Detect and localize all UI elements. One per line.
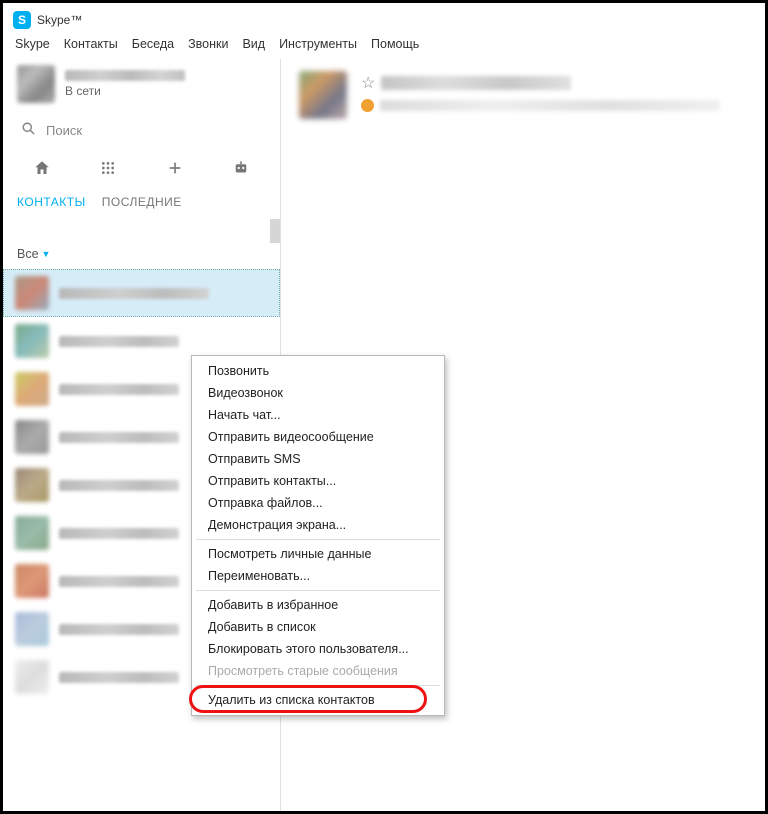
ctx-block-user[interactable]: Блокировать этого пользователя... — [194, 638, 442, 660]
search-placeholder: Поиск — [46, 123, 82, 138]
contact-avatar — [15, 420, 49, 454]
contact-avatar — [15, 324, 49, 358]
scrollbar-thumb[interactable] — [270, 219, 280, 243]
contact-name-redacted — [59, 384, 179, 395]
contact-name-redacted — [59, 288, 209, 299]
profile-section[interactable]: В сети — [3, 59, 280, 111]
contact-avatar — [15, 516, 49, 550]
contact-name-redacted — [59, 336, 179, 347]
home-icon[interactable] — [31, 157, 53, 179]
contact-name-redacted — [59, 528, 179, 539]
ctx-screen-share[interactable]: Демонстрация экрана... — [194, 514, 442, 536]
menu-tools[interactable]: Инструменты — [279, 37, 357, 51]
menu-help[interactable]: Помощь — [371, 37, 419, 51]
menu-calls[interactable]: Звонки — [188, 37, 228, 51]
contact-avatar — [15, 372, 49, 406]
tab-contacts[interactable]: КОНТАКТЫ — [17, 195, 86, 209]
contact-name-redacted — [59, 432, 179, 443]
favorite-star-icon[interactable]: ☆ — [361, 73, 375, 93]
bot-icon[interactable] — [230, 157, 252, 179]
ctx-add-to-list[interactable]: Добавить в список — [194, 616, 442, 638]
away-status-icon — [361, 99, 374, 112]
ctx-start-chat[interactable]: Начать чат... — [194, 404, 442, 426]
contact-item-selected[interactable] — [3, 269, 280, 317]
ctx-send-files[interactable]: Отправка файлов... — [194, 492, 442, 514]
menu-view[interactable]: Вид — [242, 37, 265, 51]
contact-avatar — [15, 612, 49, 646]
ctx-send-contacts[interactable]: Отправить контакты... — [194, 470, 442, 492]
contact-avatar — [15, 564, 49, 598]
filter-label: Все — [17, 247, 39, 261]
ctx-view-old-messages: Просмотреть старые сообщения — [194, 660, 442, 682]
separator — [196, 590, 440, 591]
sidebar-tabs: КОНТАКТЫ ПОСЛЕДНИЕ — [3, 189, 280, 219]
contact-avatar — [15, 468, 49, 502]
contacts-filter[interactable]: Все ▼ — [3, 219, 280, 269]
ctx-rename[interactable]: Переименовать... — [194, 565, 442, 587]
ctx-videocall[interactable]: Видеозвонок — [194, 382, 442, 404]
window-title: Skype™ — [37, 13, 82, 27]
ctx-remove-from-contacts[interactable]: Удалить из списка контактов — [194, 689, 442, 711]
chat-avatar — [299, 71, 347, 119]
contact-avatar — [15, 660, 49, 694]
contact-avatar — [15, 276, 49, 310]
contact-name-redacted — [59, 672, 179, 683]
search-icon — [21, 121, 36, 139]
chevron-down-icon: ▼ — [42, 249, 51, 259]
tab-recent[interactable]: ПОСЛЕДНИЕ — [102, 195, 182, 209]
contact-name-redacted — [59, 480, 179, 491]
separator — [196, 685, 440, 686]
add-icon[interactable] — [164, 157, 186, 179]
contact-name-redacted — [59, 624, 179, 635]
menu-contacts[interactable]: Контакты — [64, 37, 118, 51]
ctx-send-sms[interactable]: Отправить SMS — [194, 448, 442, 470]
contact-context-menu: Позвонить Видеозвонок Начать чат... Отпр… — [191, 355, 445, 716]
dialpad-icon[interactable] — [97, 157, 119, 179]
menu-skype[interactable]: Skype — [15, 37, 50, 51]
menu-conversation[interactable]: Беседа — [132, 37, 174, 51]
self-name-redacted — [65, 70, 185, 81]
profile-info: В сети — [65, 70, 266, 98]
separator — [196, 539, 440, 540]
self-status: В сети — [65, 84, 266, 98]
chat-subtitle-redacted — [380, 100, 720, 111]
self-avatar — [17, 65, 55, 103]
chat-header: ☆ — [299, 71, 747, 119]
sidebar-toolbar — [3, 149, 280, 189]
menu-bar: Skype Контакты Беседа Звонки Вид Инструм… — [3, 33, 765, 59]
ctx-call[interactable]: Позвонить — [194, 360, 442, 382]
ctx-add-favorite[interactable]: Добавить в избранное — [194, 594, 442, 616]
skype-logo-icon: S — [13, 11, 31, 29]
ctx-send-video-message[interactable]: Отправить видеосообщение — [194, 426, 442, 448]
contact-name-redacted — [59, 576, 179, 587]
ctx-view-profile[interactable]: Посмотреть личные данные — [194, 543, 442, 565]
chat-title-redacted — [381, 76, 571, 90]
title-bar: S Skype™ — [3, 3, 765, 33]
search-field[interactable]: Поиск — [3, 111, 280, 149]
